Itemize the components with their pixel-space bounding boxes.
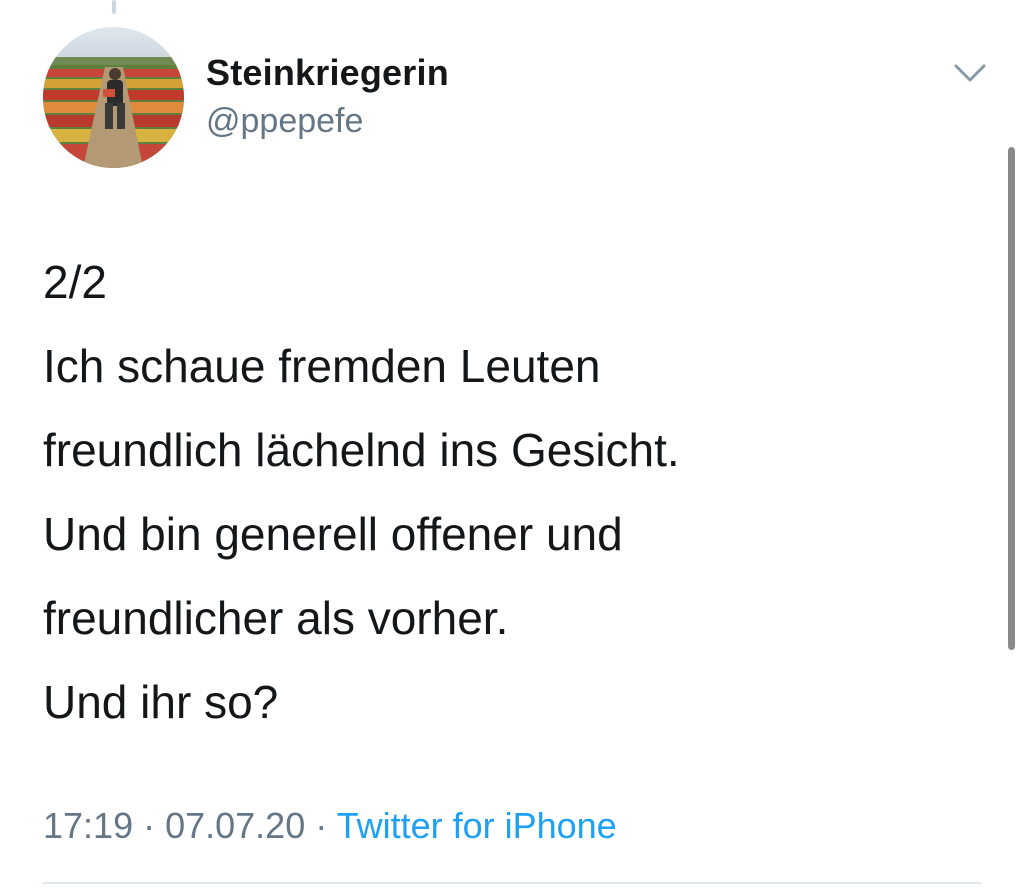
avatar[interactable] [43, 27, 184, 168]
tweet-text-line: freundlich lächelnd ins Gesicht. [43, 424, 680, 476]
tweet-text: 2/2 Ich schaue fremden Leuten freundlich… [43, 240, 983, 744]
tweet-text-line: Und bin generell offener und [43, 508, 623, 560]
tweet-text-line: freundlicher als vorher. [43, 592, 509, 644]
thread-connector-line [112, 0, 116, 14]
tweet-meta: 17:19 · 07.07.20 · Twitter for iPhone [43, 804, 617, 848]
tweet-time[interactable]: 17:19 [43, 805, 133, 846]
tweet-author[interactable]: Steinkriegerin @ppepefe [206, 52, 449, 142]
scrollbar[interactable] [1008, 147, 1015, 650]
meta-separator: · [305, 805, 337, 846]
tweet-text-line: Und ihr so? [43, 676, 279, 728]
divider [43, 882, 981, 884]
tweet-date[interactable]: 07.07.20 [165, 805, 305, 846]
tweet-text-line: 2/2 [43, 256, 107, 308]
author-handle[interactable]: @ppepefe [206, 100, 449, 142]
author-display-name[interactable]: Steinkriegerin [206, 52, 449, 94]
tweet-text-line: Ich schaue fremden Leuten [43, 340, 601, 392]
avatar-image [43, 27, 184, 168]
tweet-source-link[interactable]: Twitter for iPhone [337, 805, 617, 846]
chevron-down-icon[interactable] [950, 58, 990, 88]
meta-separator: · [133, 805, 166, 846]
